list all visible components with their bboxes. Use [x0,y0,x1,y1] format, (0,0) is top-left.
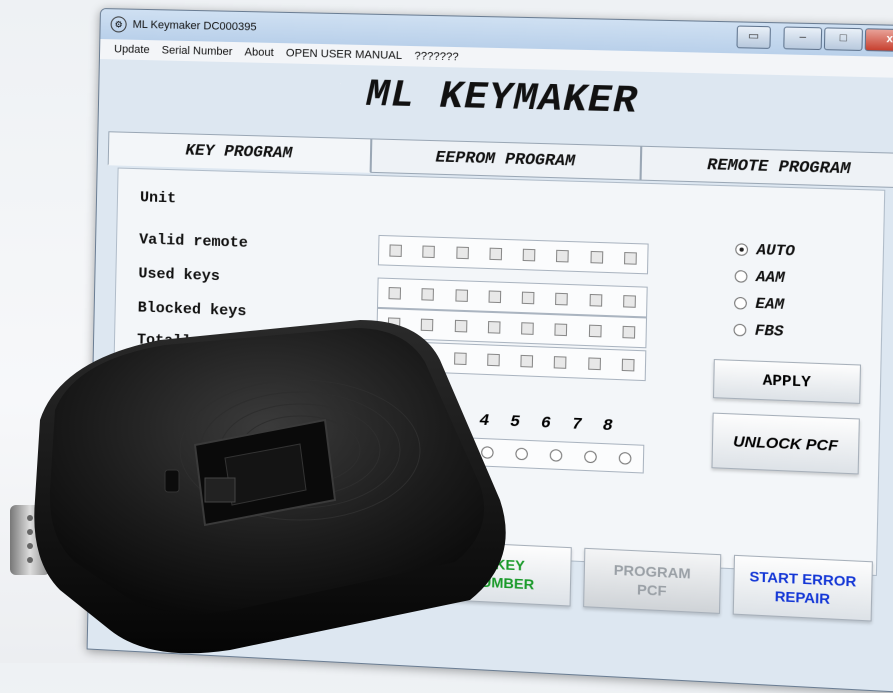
radio-button[interactable] [733,323,747,337]
button-label: START ERROR [749,567,857,590]
switch-view-button[interactable]: ▭ [736,25,771,49]
checkbox[interactable] [622,295,636,308]
checkbox[interactable] [455,246,469,260]
program-pcf-button[interactable]: PROGRAM PCF [583,547,722,614]
radio-label: AAM [755,268,785,287]
checkbox[interactable] [588,324,602,338]
keymaker-device-image [10,320,506,654]
unlock-pcf-button[interactable]: UNLOCK PCF [711,412,860,475]
checkbox[interactable] [421,288,435,301]
checkbox[interactable] [522,248,536,262]
checkbox[interactable] [623,251,637,265]
checkbox[interactable] [621,358,635,372]
radio-button[interactable] [584,450,598,464]
key-number: 8 [602,416,614,436]
radio-fbs[interactable]: FBS [733,316,793,345]
menu-update[interactable]: Update [114,43,150,56]
tab-eeprom-program[interactable]: EEPROM PROGRAM [370,138,642,181]
label-unit: Unit [139,189,177,208]
tab-key-program[interactable]: KEY PROGRAM [107,131,372,173]
checkbox[interactable] [521,291,535,305]
radio-auto[interactable]: AUTO [735,236,795,265]
button-label: PCF [636,581,667,599]
maximize-button[interactable]: □ [823,27,863,52]
radio-button[interactable] [733,296,747,310]
checkbox[interactable] [589,293,602,307]
menu-open-user-manual[interactable]: OPEN USER MANUAL [286,47,402,62]
key-number: 6 [540,413,552,433]
window-controls: ▭ – □ x [736,25,893,53]
close-button[interactable]: x [864,28,893,53]
app-icon: ⚙ [110,16,127,33]
checkbox[interactable] [521,322,534,335]
checkbox[interactable] [389,244,403,257]
checkbox[interactable] [520,354,534,368]
protocol-radio-group: AUTO AAM EAM FBS [733,236,795,345]
radio-button[interactable] [735,243,749,257]
radio-button[interactable] [734,270,748,283]
label-used-keys: Used keys [138,265,221,286]
key-number: 7 [571,415,582,434]
button-label: REPAIR [774,587,831,607]
checkbox[interactable] [587,357,601,371]
apply-button[interactable]: APPLY [712,359,862,404]
menu-about[interactable]: About [244,46,273,59]
checkbox[interactable] [590,250,603,264]
checkbox[interactable] [489,247,502,261]
checkbox[interactable] [422,245,436,259]
start-error-repair-button[interactable]: START ERROR REPAIR [732,554,873,622]
radio-label: AUTO [756,241,796,261]
label-valid-remote: Valid remote [138,231,249,252]
radio-eam[interactable]: EAM [733,290,794,319]
radio-label: FBS [754,321,784,341]
tab-remote-program[interactable]: REMOTE PROGRAM [640,145,893,189]
checkbox[interactable] [555,292,569,306]
checkbox[interactable] [554,323,568,337]
radio-button[interactable] [619,451,632,465]
menu-serial-number[interactable]: Serial Number [162,44,233,58]
app-heading: ML KEYMAKER [365,73,639,125]
checkbox[interactable] [556,249,570,263]
checkbox[interactable] [622,325,636,339]
menu-unknown[interactable]: ??????? [414,50,458,63]
button-label: PROGRAM [613,561,691,582]
checkbox[interactable] [554,356,567,369]
window-title: ML Keymaker DC000395 [132,18,257,34]
transponder-socket [204,477,236,503]
checkbox[interactable] [388,287,402,300]
radio-button[interactable] [549,449,563,462]
valid-remote-checkboxes [377,234,649,275]
radio-aam[interactable]: AAM [734,263,794,292]
minimize-button[interactable]: – [783,26,823,51]
radio-label: EAM [755,294,785,314]
